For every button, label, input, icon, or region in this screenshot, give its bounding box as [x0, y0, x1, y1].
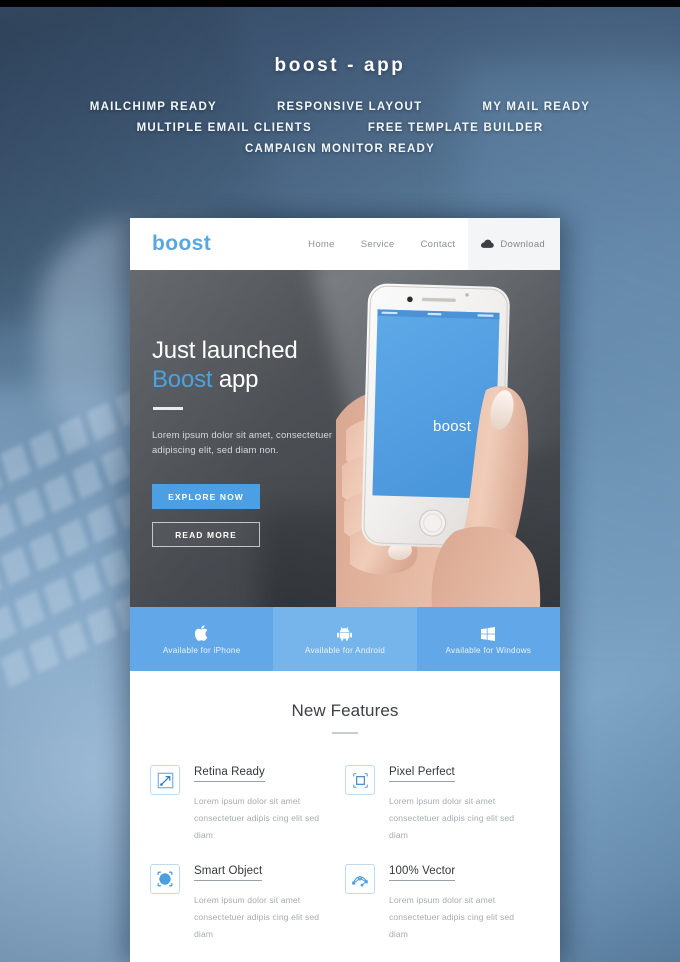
platform-label: Available for Android [304, 645, 386, 655]
platform-label: Available for Windows [445, 645, 532, 655]
feature-item-pixel-perfect: Pixel Perfect Lorem ipsum dolor sit amet… [345, 762, 540, 843]
promo-row: CAMPAIGN MONITOR READY [0, 143, 680, 155]
feature-title: Retina Ready [194, 766, 265, 782]
platform-availability-strip: Available for iPhone Available for Andro… [130, 607, 560, 671]
cloud-download-icon [481, 239, 495, 249]
template-navbar: boost Home Service Contact Download [130, 218, 560, 270]
hero-divider [153, 406, 183, 410]
feature-description: Lorem ipsum dolor sit amet consectetuer … [194, 796, 320, 840]
hero-headline-line1: Just launched [152, 337, 298, 364]
explore-now-button[interactable]: EXPLORE NOW [152, 484, 260, 510]
smart-object-icon [150, 864, 180, 895]
nav-link-home[interactable]: Home [295, 239, 348, 250]
screen-top-bar [0, 0, 680, 7]
promo-banner: boost - app MAILCHIMP READY RESPONSIVE L… [0, 7, 680, 164]
hero-section: boost Just launched Boost app Lorem ipsu… [130, 270, 560, 607]
hero-content: Just launched Boost app Lorem ipsum dolo… [152, 337, 367, 548]
promo-item: RESPONSIVE LAYOUT [276, 101, 423, 113]
promo-row: MAILCHIMP READY RESPONSIVE LAYOUT MY MAI… [0, 101, 680, 113]
feature-item-vector: 100% Vector Lorem ipsum dolor sit amet c… [345, 861, 540, 942]
brand-logo[interactable]: boost [152, 232, 211, 256]
promo-item: CAMPAIGN MONITOR READY [245, 143, 435, 155]
download-label: Download [500, 238, 545, 250]
platform-label: Available for iPhone [162, 645, 241, 655]
apple-icon [195, 624, 208, 641]
feature-description: Lorem ipsum dolor sit amet consectetuer … [389, 895, 515, 939]
hero-headline-suffix: app [212, 365, 259, 393]
feature-title: Pixel Perfect [389, 766, 455, 782]
features-grid: Retina Ready Lorem ipsum dolor sit amet … [130, 734, 560, 961]
promo-title: boost - app [274, 55, 406, 76]
navbar-right: Home Service Contact Download [295, 218, 560, 270]
feature-item-retina-ready: Retina Ready Lorem ipsum dolor sit amet … [150, 762, 345, 843]
nav-link-contact[interactable]: Contact [408, 239, 469, 250]
windows-icon [481, 624, 496, 641]
expand-arrow-icon [150, 765, 180, 795]
platform-tile-android[interactable]: Available for Android [273, 607, 417, 671]
hero-paragraph: Lorem ipsum dolor sit amet, consectetuer… [152, 429, 333, 457]
hand-holding-phone-illustration [336, 270, 560, 607]
promo-item: MY MAIL READY [482, 101, 591, 113]
hero-buttons: EXPLORE NOW READ MORE [152, 484, 367, 548]
platform-tile-windows[interactable]: Available for Windows [416, 607, 560, 671]
promo-feature-list: MAILCHIMP READY RESPONSIVE LAYOUT MY MAI… [0, 101, 680, 155]
promo-item: MAILCHIMP READY [89, 101, 217, 113]
read-more-button[interactable]: READ MORE [152, 522, 260, 548]
feature-title: Smart Object [194, 865, 263, 882]
hero-headline-line2: Boost app [152, 365, 367, 394]
email-template-preview: boost Home Service Contact Download boos… [130, 218, 560, 962]
hero-headline-accent: Boost [152, 365, 213, 393]
feature-text: 100% Vector Lorem ipsum dolor sit amet c… [375, 861, 532, 942]
feature-item-smart-object: Smart Object Lorem ipsum dolor sit amet … [150, 861, 345, 942]
bezier-pen-icon [345, 864, 375, 895]
feature-text: Retina Ready Lorem ipsum dolor sit amet … [180, 762, 337, 843]
features-section: New Features Retina Ready Lorem ipsum do… [130, 671, 560, 961]
crop-frame-icon [345, 765, 375, 795]
feature-title: 100% Vector [389, 865, 456, 882]
promo-item: FREE TEMPLATE BUILDER [367, 122, 544, 134]
feature-description: Lorem ipsum dolor sit amet consectetuer … [389, 796, 515, 840]
platform-tile-iphone[interactable]: Available for iPhone [130, 607, 274, 671]
phone-screen-label: boost [433, 418, 472, 435]
download-button[interactable]: Download [468, 218, 560, 270]
android-icon [337, 624, 353, 641]
features-heading: New Features [291, 701, 399, 720]
promo-item: MULTIPLE EMAIL CLIENTS [136, 122, 312, 134]
promo-row: MULTIPLE EMAIL CLIENTS FREE TEMPLATE BUI… [0, 122, 680, 134]
feature-text: Smart Object Lorem ipsum dolor sit amet … [180, 861, 337, 942]
feature-description: Lorem ipsum dolor sit amet consectetuer … [194, 895, 320, 939]
feature-text: Pixel Perfect Lorem ipsum dolor sit amet… [375, 762, 532, 843]
nav-link-service[interactable]: Service [348, 239, 408, 250]
